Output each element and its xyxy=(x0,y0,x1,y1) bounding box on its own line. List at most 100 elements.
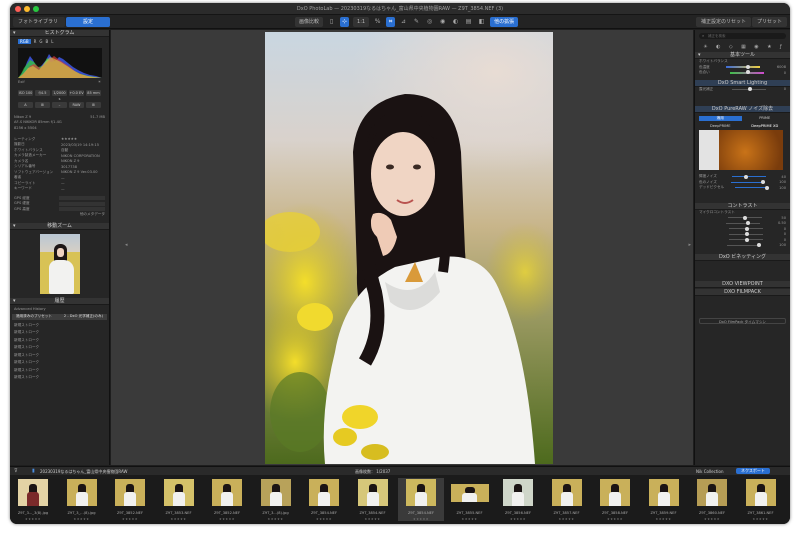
prime-option[interactable]: PRIME xyxy=(744,116,787,121)
main-photo[interactable] xyxy=(265,32,553,464)
history-item[interactable]: 新規ストローク xyxy=(10,344,109,352)
zoom-fit-icon[interactable]: ⊹ xyxy=(340,17,350,27)
history-item[interactable]: 新規ストローク xyxy=(10,367,109,375)
rating-stars-icon[interactable]: ★★★★★ xyxy=(592,517,638,521)
adjust-slider[interactable] xyxy=(729,237,764,242)
channel-rgb[interactable]: RGB xyxy=(18,39,31,44)
history-item[interactable]: 新規ストローク xyxy=(10,352,109,360)
compare-split-icon[interactable]: ◧ xyxy=(477,17,486,27)
filmstrip-thumbnail[interactable]: Z9T_3854.NEF ★★★★★ xyxy=(398,478,444,521)
denoise-preview[interactable] xyxy=(699,130,783,170)
filmstrip-thumbnail[interactable]: Z9T_3852.NEF ★★★★★ xyxy=(107,478,153,521)
filmstrip-thumbnail[interactable]: Z9T_3861.NEF ★★★★★ xyxy=(738,478,784,521)
tint-slider[interactable] xyxy=(729,70,764,75)
advanced-history-toggle[interactable]: Advanced History xyxy=(14,307,46,311)
filmpack-timemachine-button[interactable]: DxO FilmPack タイムマシン xyxy=(699,318,786,324)
rating-stars-icon[interactable]: ★★★★★ xyxy=(641,517,687,521)
adjust-slider-value[interactable]: 50 xyxy=(781,216,786,220)
filmstrip-thumbnail[interactable]: Z9T_3854.NEF ★★★★★ xyxy=(350,478,396,521)
image-viewer[interactable]: ◂ ▸ xyxy=(111,30,693,465)
metadata-value[interactable]: NIKON Z 9 xyxy=(61,159,105,163)
filmstrip-thumbnail[interactable]: Z9T_3859.NEF ★★★★★ xyxy=(641,478,687,521)
luminance-slider[interactable] xyxy=(732,174,767,179)
export-button[interactable]: ネクスポート xyxy=(736,468,770,474)
rating-stars-icon[interactable]: ★★★★★ xyxy=(495,517,541,521)
filmstrip-thumbnail[interactable]: Z9T_3855.NEF ★★★★★ xyxy=(447,478,493,521)
chroma-slider[interactable] xyxy=(731,180,765,185)
adjust-slider-value[interactable]: 0 xyxy=(784,232,786,236)
rating-stars-icon[interactable]: ★★★★★ xyxy=(398,517,444,521)
adjust-slider[interactable] xyxy=(727,243,762,248)
contrast-header[interactable]: コントラスト xyxy=(695,202,790,210)
collapse-right-icon[interactable]: ▸ xyxy=(688,242,691,248)
filmstrip-thumbnail[interactable]: Z9T_3862.NEF ★★★★★ xyxy=(786,478,790,521)
collapse-left-icon[interactable]: ◂ xyxy=(125,242,128,248)
compare-button[interactable]: 画像比較 xyxy=(295,17,324,27)
export-extension-button[interactable]: 他の拡張 xyxy=(490,17,519,27)
rating-stars-icon[interactable]: ★★★★★ xyxy=(107,517,153,521)
history-item[interactable]: 新規ストローク xyxy=(10,329,109,337)
denoise-header[interactable]: DxO PureRAW ノイズ除去 xyxy=(695,106,790,113)
rating-stars-icon[interactable]: ★★★★★ xyxy=(447,517,493,521)
exposure-value[interactable]: 0 xyxy=(784,87,786,91)
temp-value[interactable]: 6008 xyxy=(777,65,786,69)
deepprime-option[interactable]: DeepPRIME xyxy=(699,124,742,128)
more-metadata-link[interactable]: 他のメタデータ xyxy=(80,212,105,217)
viewpoint-header[interactable]: DXO VIEWPOINT xyxy=(695,281,790,288)
temp-knob[interactable] xyxy=(746,64,751,69)
filmstrip-thumbnail[interactable]: Z9T_3852.NEF ★★★★★ xyxy=(204,478,250,521)
search-input[interactable]: ⌕ 補正を検索 xyxy=(699,33,786,39)
temp-slider[interactable] xyxy=(726,64,761,69)
rating-stars-icon[interactable]: ★★★★★ xyxy=(301,517,347,521)
channel-g[interactable]: G xyxy=(39,39,42,44)
history-item[interactable]: 新規ストローク xyxy=(10,359,109,367)
rating-stars-icon[interactable]: ★★★★★ xyxy=(738,517,784,521)
filmpack-header[interactable]: DXO FILMPACK xyxy=(695,289,790,296)
red-eye-icon[interactable]: ◉ xyxy=(438,17,447,27)
zoom-100-button[interactable]: 1:1 xyxy=(353,17,370,27)
adjust-slider[interactable] xyxy=(726,221,761,226)
apply-denoise-button[interactable]: 適用 xyxy=(699,116,742,121)
rating-stars-icon[interactable]: ★★★★★ xyxy=(689,517,735,521)
chroma-knob[interactable] xyxy=(761,180,765,185)
metadata-value[interactable]: — xyxy=(61,176,105,180)
rating-stars-icon[interactable]: ★★★★★ xyxy=(544,517,590,521)
adjust-slider-value[interactable]: 0 xyxy=(784,238,786,242)
exposure-slider[interactable] xyxy=(731,87,766,92)
adjust-slider[interactable] xyxy=(729,226,764,231)
adjust-slider-knob[interactable] xyxy=(745,226,750,231)
detail-icon[interactable]: ◇ xyxy=(729,44,733,50)
repair-icon[interactable]: ✎ xyxy=(412,17,421,27)
loupe-preview[interactable] xyxy=(39,233,80,294)
rating-stars-icon[interactable]: ★★★★★ xyxy=(59,517,105,521)
favorite-icon[interactable]: ★ xyxy=(767,44,771,50)
channel-r[interactable]: R xyxy=(34,39,37,44)
local-icon[interactable]: ◉ xyxy=(754,44,758,50)
luminance-value[interactable]: 40 xyxy=(781,175,786,179)
metadata-value[interactable]: NIKON CORPORATION xyxy=(61,154,105,158)
rating-stars-icon[interactable]: ★★★★★ xyxy=(786,517,790,521)
adjust-slider-knob[interactable] xyxy=(745,232,750,237)
basic-tools-header[interactable]: ▾ 基本ツール xyxy=(695,52,790,59)
metadata-value[interactable]: — xyxy=(61,187,105,191)
smart-lighting-header[interactable]: DxO Smart Lighting xyxy=(695,79,790,87)
local-adjust-icon[interactable]: ◎ xyxy=(425,17,434,27)
loupe-header[interactable]: ▾ 移動ズーム xyxy=(10,222,109,230)
filmstrip-thumbnail[interactable]: Z9T_3858.NEF ★★★★★ xyxy=(592,478,638,521)
nik-collection-button[interactable]: Nik Collection xyxy=(696,469,723,474)
rating-stars-icon[interactable]: ★★★★★ xyxy=(350,517,396,521)
history-selected-item[interactable]: 適用済みのプリセット 2 - DxO 光学補正(のみ) xyxy=(12,314,107,320)
filmstrip-thumbnail[interactable]: Z9T_3856.NEF ★★★★★ xyxy=(495,478,541,521)
rating-stars-icon[interactable]: ★★★★★ xyxy=(156,517,202,521)
tab-customize[interactable]: 設定 xyxy=(66,17,110,27)
filmstrip-thumbnail[interactable]: Z9T_3...(8).jpg ★★★★★ xyxy=(253,478,299,521)
dead-pixel-knob[interactable] xyxy=(764,185,769,190)
histogram-clip-icon[interactable]: ▤ xyxy=(464,17,473,27)
history-item[interactable]: 新規ストローク xyxy=(10,322,109,330)
channel-l[interactable]: L xyxy=(51,39,53,44)
filmstrip-thumbnail[interactable]: Z9T_3_...(8).jpg ★★★★★ xyxy=(59,478,105,521)
tint-knob[interactable] xyxy=(745,70,750,75)
adjust-slider-value[interactable]: 100 xyxy=(779,243,786,247)
reset-settings-button[interactable]: 補正設定のリセット xyxy=(696,17,752,27)
metadata-value[interactable]: ★★★★★ xyxy=(61,137,105,141)
